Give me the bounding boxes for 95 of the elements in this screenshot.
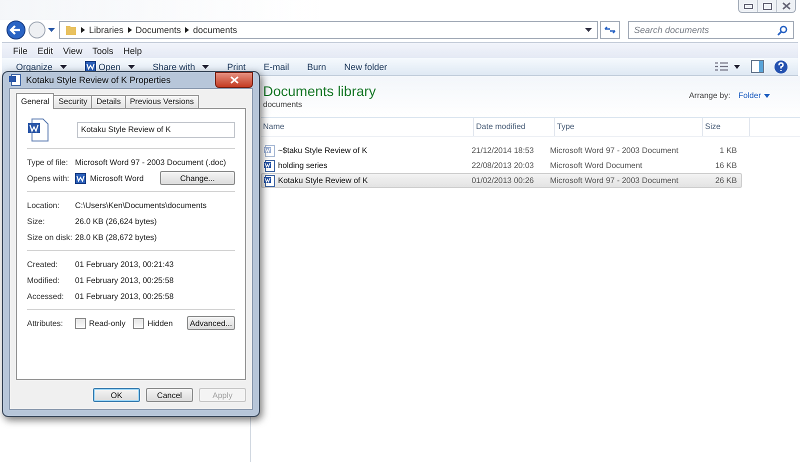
dropdown-arrow-icon[interactable]	[48, 28, 55, 32]
search-input[interactable]: Search documents	[634, 25, 777, 35]
field-value: C:\Users\Ken\Documents\documents	[75, 200, 207, 210]
dialog-title: Kotaku Style Review of K Properties	[26, 75, 171, 85]
close-icon	[230, 76, 238, 84]
field-label: Attributes:	[27, 318, 64, 328]
chevron-icon[interactable]	[81, 27, 85, 33]
column-header[interactable]: Name	[261, 118, 474, 136]
menu-item[interactable]: Tools	[87, 46, 118, 56]
toolbar-button[interactable]: New folder	[340, 62, 392, 72]
field-label: Created:	[27, 260, 59, 268]
caret-icon	[764, 94, 770, 98]
field-value: 01 February 2013, 00:25:58	[75, 292, 174, 300]
breadcrumb-item[interactable]: documents	[193, 25, 238, 35]
advanced-button[interactable]: Advanced...	[187, 316, 235, 330]
breadcrumb-item[interactable]: Documents	[136, 25, 182, 35]
menu-item[interactable]: Help	[118, 46, 147, 56]
field-value: 01 February 2013, 00:25:58	[75, 276, 174, 284]
file-name: ~$taku Style Review of K	[278, 146, 368, 155]
file-row[interactable]: ~$taku Style Review of K 21/12/2014 18:53 Microsoft Word 97 - 2003 Document 1 KB	[261, 143, 742, 158]
toolbar-button[interactable]: E-mail	[260, 62, 294, 72]
column-header[interactable]: Date modified	[474, 118, 555, 136]
toolbar-button[interactable]: Burn	[303, 62, 330, 72]
type-cell-text: Microsoft Word 97 - 2003 Document	[548, 176, 680, 185]
tab[interactable]: Security	[53, 95, 92, 108]
field-label: Type of file:	[27, 158, 69, 166]
field-label: Location:	[27, 200, 60, 210]
address-bar[interactable]: Libraries Documents documents	[59, 21, 598, 39]
field-value: 01 February 2013, 00:21:43	[75, 260, 174, 268]
dropdown-arrow-icon[interactable]	[585, 28, 592, 32]
preview-pane-icon[interactable]	[751, 60, 764, 73]
breadcrumb-item[interactable]: Libraries	[89, 25, 124, 35]
type-cell-text: Microsoft Word Document	[548, 161, 644, 170]
arrange-dropdown[interactable]: Folder	[738, 91, 770, 100]
checkbox[interactable]	[75, 318, 86, 328]
word-document-icon	[27, 118, 49, 142]
caret-icon	[202, 64, 210, 68]
dialog-button[interactable]: Cancel	[146, 388, 193, 402]
date-cell-text: 21/12/2014 18:53	[470, 146, 535, 155]
folder-icon	[65, 24, 77, 36]
file-name: holding series	[278, 161, 328, 170]
field-label: Size:	[27, 216, 46, 226]
file-name-field[interactable]: Kotaku Style Review of K	[77, 122, 235, 138]
library-title: Documents library	[263, 83, 376, 99]
field-label: Size on disk:	[27, 232, 74, 242]
change-button[interactable]: Change...	[160, 171, 235, 185]
search-field[interactable]: Search documents	[628, 21, 794, 39]
field-value: 26.0 KB (26,624 bytes)	[75, 216, 157, 226]
field-value: Microsoft Word	[90, 174, 144, 182]
chevron-icon[interactable]	[185, 27, 190, 33]
field-value: Microsoft Word 97 - 2003 Document (.doc)	[75, 158, 226, 166]
word-icon	[84, 61, 96, 72]
dialog-button[interactable]: OK	[93, 388, 140, 402]
column-header[interactable]: Type	[555, 118, 703, 136]
size-cell-text: 16 KB	[714, 161, 738, 170]
toolbar-button[interactable]: Share with	[148, 62, 214, 72]
refresh-icon	[604, 25, 616, 35]
field-value: 28.0 KB (28,672 bytes)	[75, 232, 157, 242]
back-button[interactable]	[6, 20, 26, 40]
toolbar-button[interactable]: Organize	[12, 62, 71, 72]
library-subtitle: documents	[263, 100, 304, 109]
menu-item[interactable]: View	[58, 46, 88, 56]
close-button[interactable]	[215, 72, 253, 88]
caret-icon	[60, 64, 67, 68]
column-header[interactable]: Size	[703, 118, 750, 136]
date-cell-text: 01/02/2013 00:26	[470, 176, 535, 185]
file-name: Kotaku Style Review of K	[278, 176, 368, 185]
document-icon	[9, 74, 21, 86]
menu-item[interactable]: File	[8, 46, 33, 56]
caret-icon	[128, 64, 135, 68]
checkbox-label: Hidden	[147, 318, 173, 328]
date-cell-text: 22/08/2013 20:03	[470, 161, 535, 170]
field-label: Accessed:	[27, 292, 65, 300]
file-row[interactable]: Kotaku Style Review of K 01/02/2013 00:26 Microsoft Word 97 - 2003 Document 26 KB	[261, 173, 742, 188]
view-options-icon[interactable]	[715, 62, 741, 72]
toolbar-button[interactable]: Print	[223, 62, 250, 72]
size-cell-text: 26 KB	[714, 176, 738, 185]
close-icon	[782, 2, 790, 10]
file-row[interactable]: holding series 22/08/2013 20:03 Microsoft Word Document 16 KB	[261, 158, 742, 173]
arrange-label: Arrange by:	[688, 91, 730, 100]
refresh-button[interactable]	[600, 21, 620, 39]
size-cell-text: 1 KB	[718, 146, 738, 155]
help-icon[interactable]	[774, 60, 788, 74]
checkbox-label: Read-only	[89, 318, 126, 328]
field-label: Opens with:	[27, 174, 70, 182]
field-label: Modified:	[27, 276, 60, 284]
tab[interactable]: General	[16, 93, 54, 109]
tab[interactable]: Previous Versions	[124, 95, 199, 108]
menu-item[interactable]: Edit	[32, 46, 58, 56]
word-icon	[75, 172, 86, 184]
checkbox[interactable]	[133, 318, 144, 328]
tab[interactable]: Details	[91, 95, 126, 108]
search-icon[interactable]	[777, 24, 788, 36]
type-cell-text: Microsoft Word 97 - 2003 Document	[548, 146, 680, 155]
chevron-icon[interactable]	[128, 27, 132, 33]
